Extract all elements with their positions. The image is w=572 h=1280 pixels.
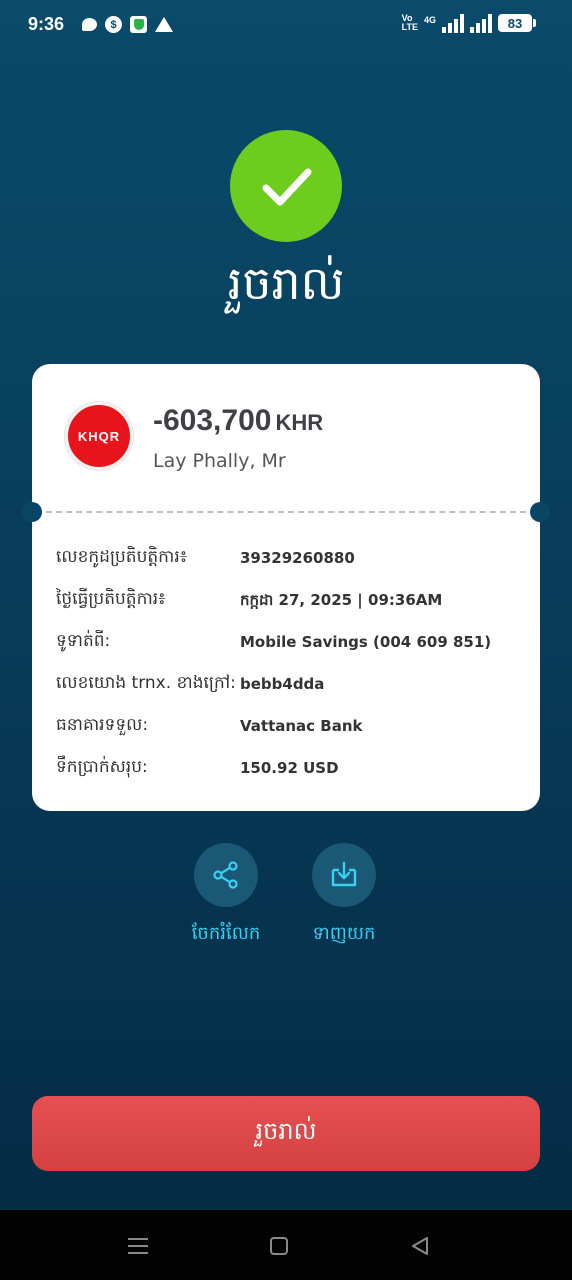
share-button[interactable]: ចែករំលែក — [171, 843, 281, 948]
network-type: 4G — [423, 15, 436, 25]
download-icon[interactable] — [312, 843, 376, 907]
share-icon[interactable] — [194, 843, 258, 907]
share-label[interactable]: ចែករំលែក — [171, 921, 281, 948]
download-label[interactable]: ទាញយក — [289, 921, 399, 948]
dollar-notification-icon: $ — [105, 16, 122, 33]
amount-value: -603,700 — [153, 404, 272, 437]
signal-strength-icon — [442, 13, 464, 33]
status-bar: 9:36 $ Vo LTE 4G 83 — [0, 0, 572, 50]
notification-icons: $ — [82, 16, 173, 33]
download-button[interactable]: ទាញយក — [289, 843, 399, 948]
warning-notification-icon — [155, 17, 173, 32]
signal-strength-icon-2 — [470, 13, 492, 33]
battery-icon: 83 — [498, 14, 536, 32]
detail-row-external-reference: លេខយោង trnx. ខាងក្រៅ: bebb4dda — [56, 673, 325, 693]
done-button[interactable]: រួចរាល់ — [32, 1096, 540, 1171]
detail-row-total-amount: ទឹកប្រាក់សរុប: 150.92 USD — [56, 757, 339, 777]
amount-currency: KHR — [275, 410, 324, 435]
transaction-details: លេខកូដប្រតិបត្តិការ៖ 39329260880 ថ្ងៃធ្វ… — [56, 542, 526, 794]
success-title: រួចរាល់ — [227, 256, 345, 310]
bank-logo: KHQR — [65, 402, 133, 470]
shield-notification-icon — [130, 16, 147, 33]
receipt-card: KHQR -603,700 KHR Lay Phally, Mr លេខកូដប្… — [22, 364, 550, 811]
success-check-icon — [230, 130, 342, 242]
recent-apps-icon[interactable] — [126, 1234, 150, 1258]
back-icon[interactable] — [408, 1234, 432, 1258]
volte-indicator: Vo LTE — [401, 13, 418, 32]
status-indicators: Vo LTE 4G 83 — [401, 13, 536, 33]
card-notch-right — [530, 502, 550, 522]
system-navigation-bar — [0, 1210, 572, 1280]
dashed-divider — [46, 511, 526, 513]
status-time: 9:36 — [28, 14, 65, 34]
detail-row-transaction-id: លេខកូដប្រតិបត្តិការ៖ 39329260880 — [56, 547, 355, 567]
detail-row-transaction-date: ថ្ងៃធ្វើប្រតិបត្តិការ៖ កក្កដា 27, 2025 |… — [56, 589, 443, 609]
payee-name: Lay Phally, Mr — [153, 450, 286, 472]
home-icon[interactable] — [267, 1234, 291, 1258]
chat-notification-icon — [82, 18, 97, 31]
detail-row-receiving-bank: ធនាគារទទួល: Vattanac Bank — [56, 715, 363, 735]
card-notch-left — [22, 502, 42, 522]
transaction-amount: -603,700 KHR — [153, 404, 323, 438]
detail-row-paid-from: ទូទាត់ពី: Mobile Savings (004 609 851) — [56, 631, 492, 651]
